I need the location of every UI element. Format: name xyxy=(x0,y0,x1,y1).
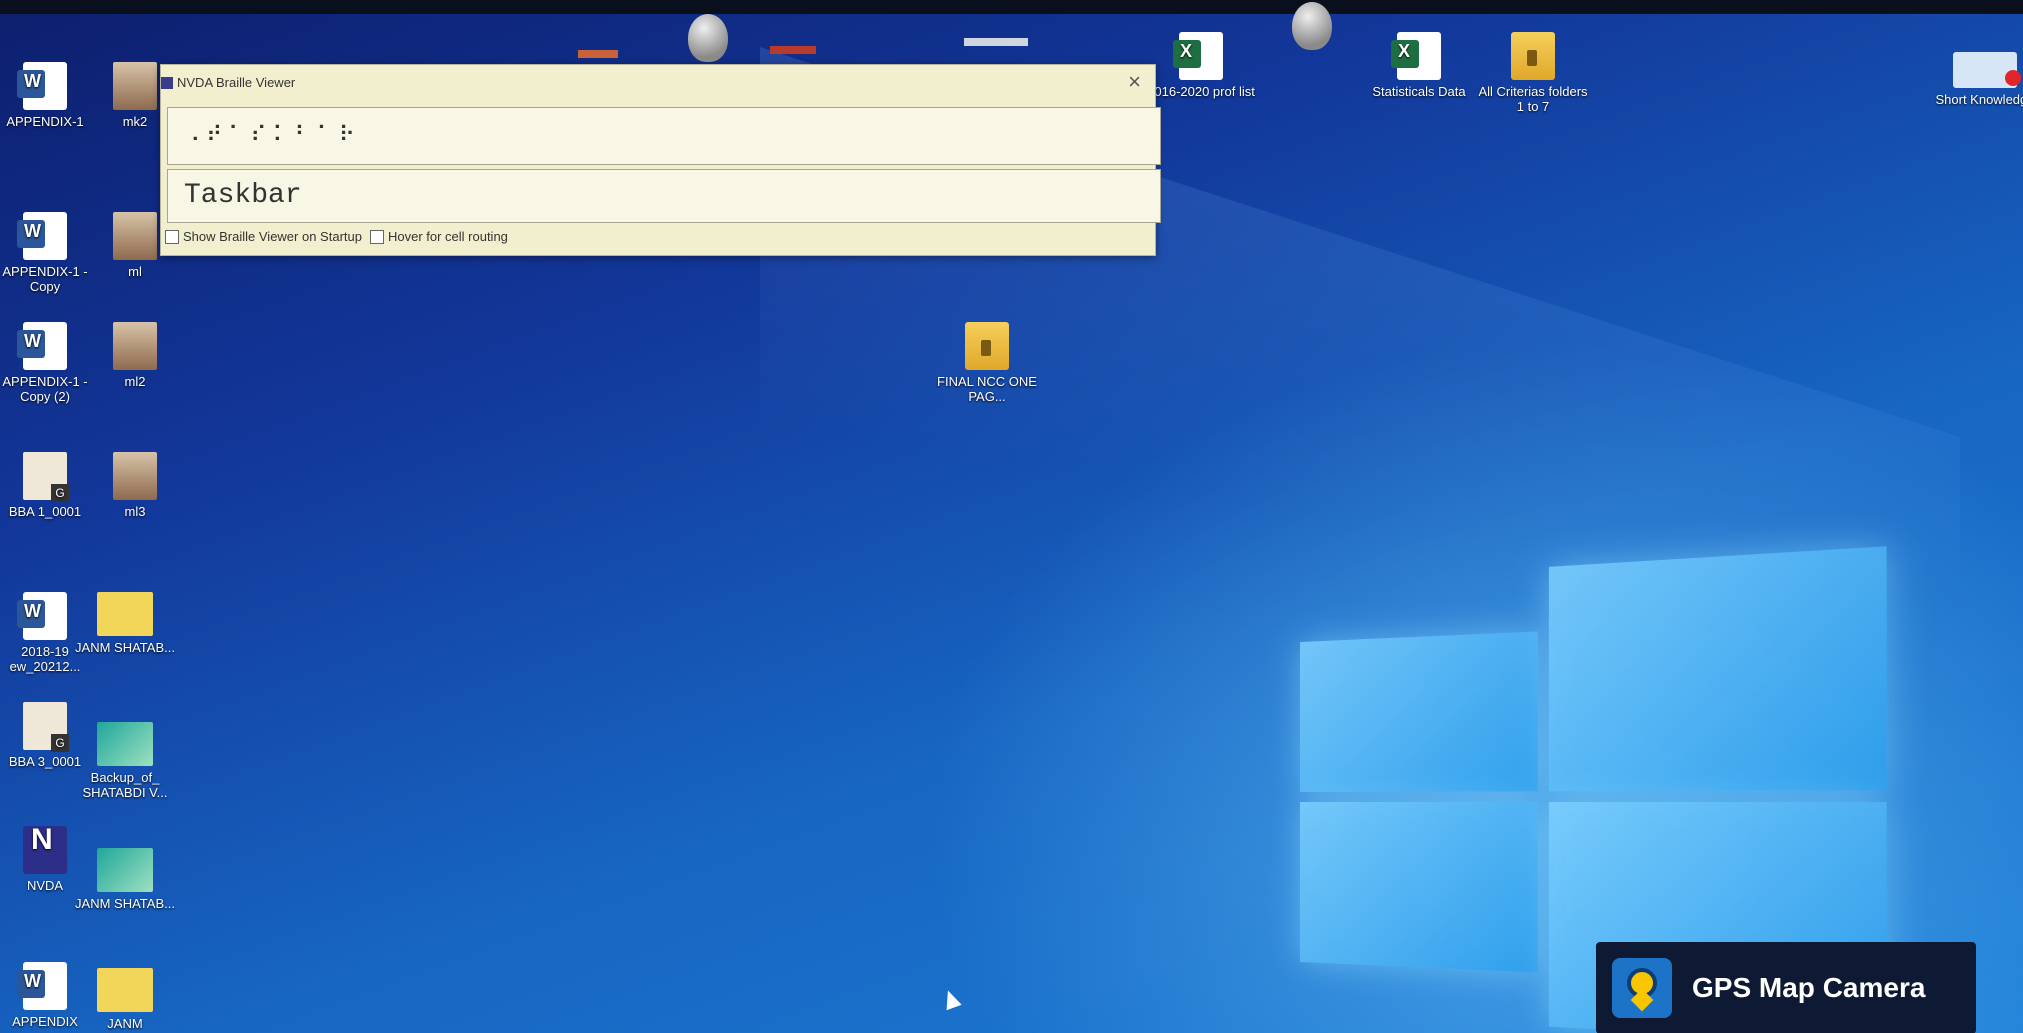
photo-icon xyxy=(113,62,157,110)
desktop[interactable]: W APPENDIX-1 mk2 W APPENDIX-1 - Copy ml … xyxy=(0,12,2023,1033)
checkbox-label: Hover for cell routing xyxy=(387,229,508,244)
excel-icon: X xyxy=(1173,32,1223,80)
desktop-icon-all-criterias[interactable]: All Criterias folders 1 to 7 xyxy=(1478,32,1588,114)
window-title: NVDA Braille Viewer xyxy=(177,75,296,90)
folder-icon xyxy=(1511,32,1555,80)
checkbox-box[interactable] xyxy=(165,229,179,244)
gps-map-camera-watermark: GPS Map Camera xyxy=(1596,942,1976,1033)
photo-icon xyxy=(113,452,157,500)
icon-label: ml xyxy=(128,264,142,279)
document-icon xyxy=(23,452,69,502)
desktop-icon-janm-shatab[interactable]: JANM SHATAB... xyxy=(70,592,180,655)
excel-icon: X xyxy=(1391,32,1441,80)
logo-pane-top-left xyxy=(1300,631,1538,792)
icon-label: ml2 xyxy=(124,374,146,389)
word-icon: W xyxy=(17,592,67,640)
card-icon xyxy=(97,722,153,766)
desktop-icon-short-knowledge[interactable]: Short Knowledge xyxy=(1930,52,2023,107)
pushpin-icon xyxy=(688,14,728,62)
map-pin-icon xyxy=(1612,958,1672,1018)
taskbar-thumbnail-strip xyxy=(964,38,1028,46)
icon-label: JANM xyxy=(107,1016,143,1031)
card-icon xyxy=(97,592,153,636)
icon-label: JANM SHATAB... xyxy=(75,896,175,911)
icon-label: ml3 xyxy=(124,504,146,519)
options-row: Show Braille Viewer on Startup Hover for… xyxy=(165,229,508,244)
show-on-startup-checkbox[interactable]: Show Braille Viewer on Startup xyxy=(165,229,362,244)
desktop-icon-janm-shatab-2[interactable]: JANM SHATAB... xyxy=(70,848,180,911)
word-icon: W xyxy=(17,62,67,110)
pushpin-icon xyxy=(1292,2,1332,50)
icon-label: Statisticals Data xyxy=(1372,84,1466,99)
hover-cell-routing-checkbox[interactable]: Hover for cell routing xyxy=(369,229,508,244)
desktop-icon-ml3[interactable]: ml3 xyxy=(80,452,190,519)
logo-pane-bottom-left xyxy=(1300,802,1538,973)
monitor-bezel xyxy=(0,0,2023,14)
screen: W APPENDIX-1 mk2 W APPENDIX-1 - Copy ml … xyxy=(0,0,2023,1033)
taskbar-thumbnail-strip xyxy=(578,50,618,58)
pdf-shortcut-icon xyxy=(1953,52,2021,88)
checkbox-label: Show Braille Viewer on Startup xyxy=(183,229,362,244)
icon-label: Short Knowledge xyxy=(1935,92,2023,107)
nvda-app-icon xyxy=(161,77,173,89)
card-icon xyxy=(97,968,153,1012)
desktop-icon-statisticals-data[interactable]: X Statisticals Data xyxy=(1364,32,1474,99)
desktop-icon-backup-shatabdi[interactable]: Backup_of_ SHATABDI V... xyxy=(70,722,180,800)
desktop-icon-ml2[interactable]: ml2 xyxy=(80,322,190,389)
braille-viewer-window[interactable]: NVDA Braille Viewer × ⠠⠞⠁⠎⠅⠃⠁⠗ Taskbar S… xyxy=(160,64,1161,256)
logo-pane-top-right xyxy=(1548,546,1887,792)
word-icon: W xyxy=(17,322,67,370)
checkbox-box[interactable] xyxy=(369,229,384,244)
desktop-icon-janm[interactable]: JANM xyxy=(70,968,180,1031)
close-icon[interactable]: × xyxy=(1128,69,1141,95)
taskbar-thumbnail-strip xyxy=(770,46,816,54)
word-icon: W xyxy=(17,212,67,260)
folder-icon xyxy=(965,322,1009,370)
braille-text-display: Taskbar xyxy=(167,169,1161,223)
photo-icon xyxy=(113,322,157,370)
card-icon xyxy=(97,848,153,892)
desktop-icon-final-ncc[interactable]: FINAL NCC ONE PAG... xyxy=(932,322,1042,404)
icon-label: FINAL NCC ONE PAG... xyxy=(937,374,1037,404)
icon-label: 2016-2020 prof list xyxy=(1147,84,1255,99)
watermark-app-name: GPS Map Camera xyxy=(1692,972,1926,1003)
photo-icon xyxy=(113,212,157,260)
desktop-icon-2016-2020-prof-list[interactable]: X 2016-2020 prof list xyxy=(1146,32,1256,99)
icon-label: All Criterias folders 1 to 7 xyxy=(1478,84,1588,114)
document-icon xyxy=(23,702,69,752)
icon-label: JANM SHATAB... xyxy=(75,640,175,655)
icon-label: Backup_of_ SHATABDI V... xyxy=(82,770,168,800)
mouse-cursor-icon xyxy=(940,987,962,1011)
word-icon: W xyxy=(17,962,67,1010)
nvda-icon: N xyxy=(23,825,67,874)
braille-cells-display[interactable]: ⠠⠞⠁⠎⠅⠃⠁⠗ xyxy=(167,107,1161,165)
